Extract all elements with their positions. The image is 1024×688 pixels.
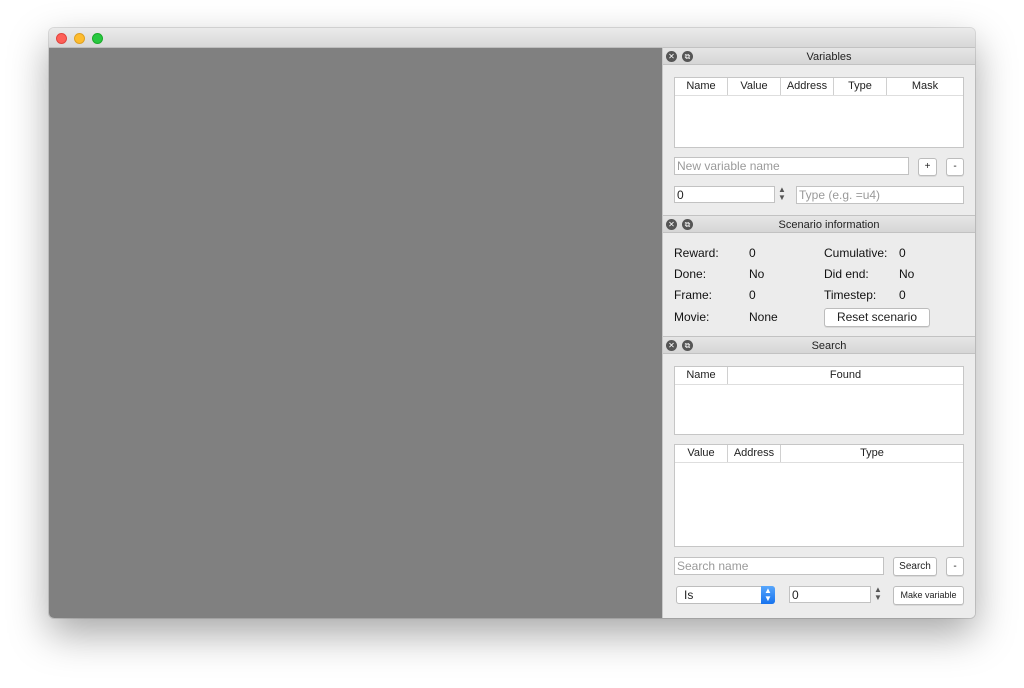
column-header-found[interactable]: Found [728,367,963,384]
column-header-address[interactable]: Address [728,445,781,462]
variable-value-input[interactable]: 0 [674,186,775,203]
search-results-table[interactable]: Name Found [674,366,964,435]
search-values-header: Value Address Type [675,445,963,463]
column-header-value[interactable]: Value [675,445,728,462]
search-results-header: Name Found [675,367,963,385]
search-name-input[interactable]: Search name [674,557,884,575]
game-screen[interactable] [49,48,662,618]
search-dock-titlebar[interactable]: ✕ ⧉ Search [663,336,975,354]
cumulative-value: 0 [899,246,906,260]
search-mode-value: Is [684,588,694,602]
column-header-address[interactable]: Address [781,78,834,95]
done-value: No [749,267,765,281]
reward-value: 0 [749,246,756,260]
scenario-dock: ✕ ⧉ Scenario information Reward: 0 Cumul… [662,215,975,336]
stepper-icon[interactable]: ▲ ▼ [873,586,883,603]
frame-label: Frame: [674,288,713,302]
new-variable-name-input[interactable]: New variable name [674,157,909,175]
did-end-label: Did end: [824,267,869,281]
column-header-name[interactable]: Name [675,367,728,384]
variable-type-input[interactable]: Type (e.g. =u4) [796,186,964,204]
timestep-label: Timestep: [824,288,877,302]
search-dock: ✕ ⧉ Search Name Found Value Address Type… [662,336,975,618]
close-icon[interactable]: ✕ [666,51,677,62]
variables-dock-titlebar[interactable]: ✕ ⧉ Variables [663,47,975,65]
search-mode-select[interactable]: Is ▲ ▼ [676,586,775,604]
remove-search-button[interactable]: - [946,557,964,576]
search-values-table[interactable]: Value Address Type [674,444,964,547]
scenario-dock-titlebar[interactable]: ✕ ⧉ Scenario information [663,215,975,233]
variables-title: Variables [806,51,852,63]
scenario-title: Scenario information [778,219,880,231]
title-bar[interactable] [49,28,975,48]
movie-value: None [749,310,778,324]
zoom-window-button[interactable] [92,33,103,44]
movie-label: Movie: [674,310,710,324]
close-icon[interactable]: ✕ [666,340,677,351]
column-header-type[interactable]: Type [834,78,887,95]
column-header-value[interactable]: Value [728,78,781,95]
search-value-input[interactable]: 0 [789,586,871,603]
did-end-value: No [899,267,915,281]
reset-scenario-button[interactable]: Reset scenario [824,308,930,327]
close-window-button[interactable] [56,33,67,44]
variables-dock: ✕ ⧉ Variables Name Value Address Type Ma… [662,47,975,215]
cumulative-label: Cumulative: [824,246,888,260]
stepper-icon[interactable]: ▲ ▼ [777,186,787,203]
reward-label: Reward: [674,246,719,260]
chevron-updown-icon: ▲ ▼ [761,586,775,604]
app-window: ✕ ⧉ Variables Name Value Address Type Ma… [49,28,975,618]
column-header-type[interactable]: Type [781,445,963,462]
variables-table-header: Name Value Address Type Mask [675,78,963,96]
make-variable-button[interactable]: Make variable [893,586,964,605]
search-button[interactable]: Search [893,557,937,576]
add-variable-button[interactable]: + [918,158,937,176]
column-header-name[interactable]: Name [675,78,728,95]
remove-variable-button[interactable]: - [946,158,964,176]
done-label: Done: [674,267,707,281]
timestep-value: 0 [899,288,906,302]
variables-table[interactable]: Name Value Address Type Mask [674,77,964,148]
column-header-mask[interactable]: Mask [887,78,963,95]
minimize-window-button[interactable] [74,33,85,44]
search-title: Search [811,340,847,352]
close-icon[interactable]: ✕ [666,219,677,230]
frame-value: 0 [749,288,756,302]
